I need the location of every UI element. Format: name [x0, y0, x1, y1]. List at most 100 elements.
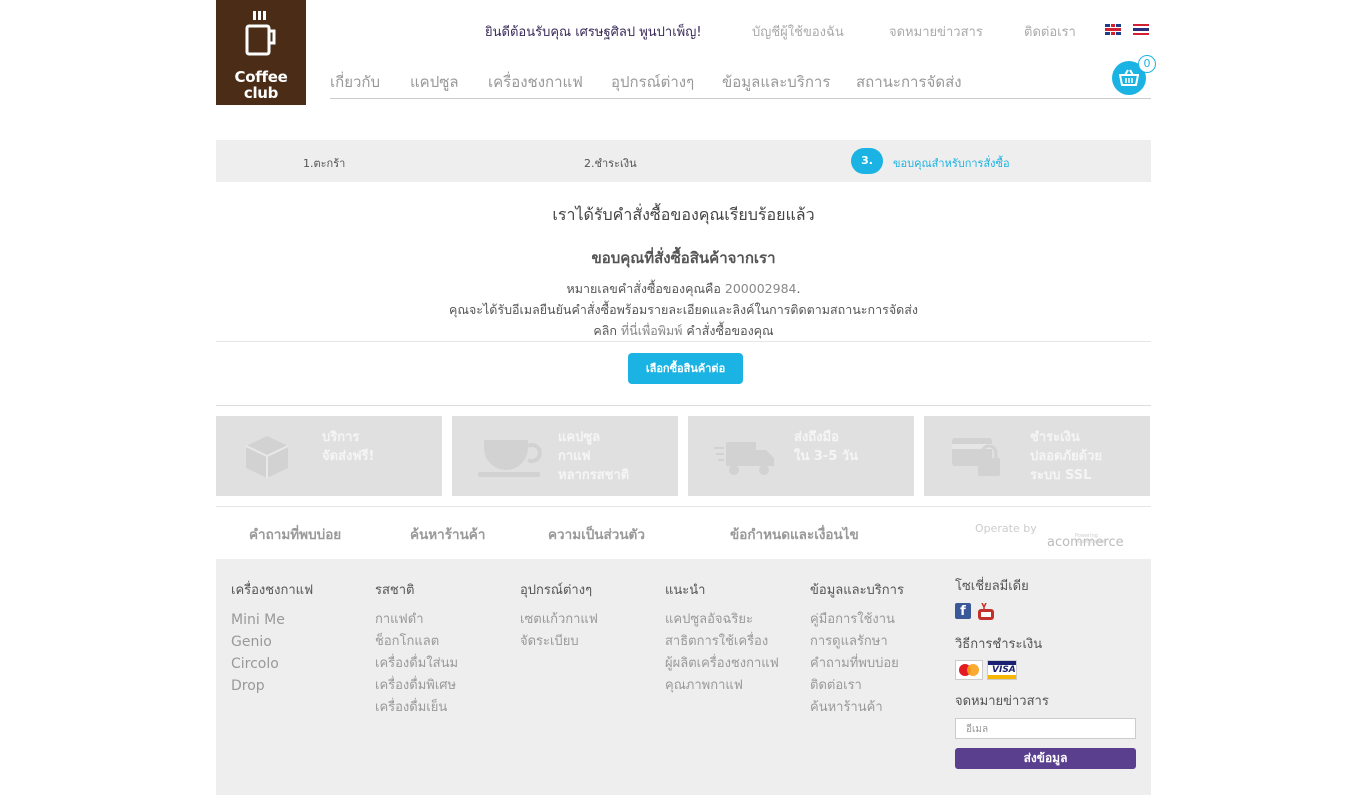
footer-link[interactable]: เครื่องดื่มใส่นม: [375, 653, 458, 675]
footer-col-title: เครื่องชงกาแฟ: [231, 583, 314, 598]
store-locator-link[interactable]: ค้นหาร้านค้า: [410, 523, 485, 545]
order-number-prefix: หมายเลขคำสั่งซื้อของคุณคือ: [566, 281, 721, 296]
coffee-mug-icon: [245, 11, 276, 56]
footer-link[interactable]: เครื่องดื่มเย็น: [375, 697, 458, 719]
footer-col-title: ข้อมูลและบริการ: [810, 583, 904, 598]
order-number-line: หมายเลขคำสั่งซื้อของคุณคือ 200002984.: [216, 278, 1151, 299]
checkout-steps: 1.ตะกร้า 2.ชำระเงิน 3. ขอบคุณสำหรับการสั…: [216, 140, 1151, 182]
footer-link[interactable]: สาธิตการใช้เครื่อง: [665, 631, 779, 653]
footer-link[interactable]: ค้นหาร้านค้า: [810, 697, 904, 719]
footer-col-services: ข้อมูลและบริการ คู่มือการใช้งาน การดูแลร…: [810, 579, 904, 719]
operate-by-label: Operate by: [975, 522, 1037, 535]
welcome-message: ยินดีต้อนรับคุณ เศรษฐศิลป พูนปาเพ็ญ!: [485, 25, 702, 40]
secure-card-icon: [952, 438, 1000, 476]
social-title: โซเชี่ยลมีเดีย: [955, 579, 1029, 594]
privacy-link[interactable]: ความเป็นส่วนตัว: [548, 523, 645, 545]
contact-link[interactable]: ติดต่อเรา: [1024, 21, 1076, 42]
feature-text: แคปซูล กาแฟ หลากรสชาติ: [558, 430, 630, 483]
my-account-link[interactable]: บัญชีผู้ใช้ของฉัน: [752, 21, 844, 42]
cart-count-badge: 0: [1138, 55, 1156, 73]
footer-link[interactable]: Circolo: [231, 653, 313, 675]
footer-link[interactable]: การดูแลรักษา: [810, 631, 904, 653]
step-cart: 1.ตะกร้า: [303, 157, 346, 170]
footer-link[interactable]: แคปซูลอัจฉริยะ: [665, 609, 779, 631]
divider: [216, 405, 1151, 406]
nav-item-accessories[interactable]: อุปกรณ์ต่างๆ: [611, 70, 694, 94]
print-suffix: คำสั่งซื้อของคุณ: [686, 323, 774, 338]
page-wrapper: Coffee club ยินดีต้อนรับคุณ เศรษฐศิลป พู…: [216, 0, 1156, 795]
continue-shopping-button[interactable]: เลือกซื้อสินค้าต่อ: [628, 353, 743, 384]
order-confirmation: เราได้รับคำสั่งซื้อของคุณเรียบร้อยแล้ว ข…: [216, 203, 1151, 341]
footer-link[interactable]: กาแฟดำ: [375, 609, 458, 631]
footer-link[interactable]: คุณภาพกาแฟ: [665, 675, 779, 697]
newsletter-submit-button[interactable]: ส่งข้อมูล: [955, 748, 1136, 769]
english-flag-icon[interactable]: [1105, 24, 1121, 35]
truck-icon: [714, 442, 774, 475]
print-link[interactable]: ที่นี่เพื่อพิมพ์: [621, 323, 683, 338]
coffee-club-logo[interactable]: Coffee club: [216, 0, 306, 105]
nav-item-delivery-status[interactable]: สถานะการจัดส่ง: [856, 70, 962, 94]
feature-text: ชำระเงิน ปลอดภัยด้วย ระบบ SSL: [1030, 430, 1103, 483]
footer-link[interactable]: เซตแก้วกาแฟ: [520, 609, 598, 631]
step-payment: 2.ชำระเงิน: [584, 157, 637, 170]
footer-col-title: แนะนำ: [665, 583, 706, 598]
step3-badge: 3.: [851, 148, 883, 174]
footer-link[interactable]: คำถามที่พบบ่อย: [810, 653, 904, 675]
nav-item-capsules[interactable]: แคปซูล: [410, 70, 459, 94]
order-number: 200002984: [724, 281, 797, 296]
confirmation-title: เราได้รับคำสั่งซื้อของคุณเรียบร้อยแล้ว: [552, 205, 815, 224]
feature-free-shipping: บริการ จัดส่งฟรี!: [216, 416, 442, 496]
click-label: คลิก: [593, 323, 617, 338]
feature-secure-payment: ชำระเงิน ปลอดภัยด้วย ระบบ SSL: [924, 416, 1150, 496]
visa-icon: VISA: [987, 660, 1017, 680]
nav-item-services[interactable]: ข้อมูลและบริการ: [722, 70, 830, 94]
faq-link[interactable]: คำถามที่พบบ่อย: [249, 523, 341, 545]
footer-col-flavors: รสชาติ กาแฟดำ ช็อกโกแลต เครื่องดื่มใส่นม…: [375, 579, 458, 719]
cart-button[interactable]: 0: [1112, 55, 1156, 95]
social-media-section: โซเชี่ยลมีเดีย: [955, 575, 1029, 596]
coffee-cup-icon: [478, 440, 542, 477]
site-footer: เครื่องชงกาแฟ Mini Me Genio Circolo Drop…: [216, 559, 1151, 795]
footer-col-accessories: อุปกรณ์ต่างๆ เซตแก้วกาแฟ จัดระเบียบ: [520, 579, 598, 653]
footer-link[interactable]: ช็อกโกแลต: [375, 631, 458, 653]
visa-label: VISA: [992, 665, 1016, 675]
footer-link[interactable]: ผู้ผลิตเครื่องชงกาแฟ: [665, 653, 779, 675]
feature-text: บริการ จัดส่งฟรี!: [322, 430, 375, 464]
facebook-icon[interactable]: f: [955, 603, 971, 619]
footer-link[interactable]: จัดระเบียบ: [520, 631, 598, 653]
feature-capsule-flavors: แคปซูล กาแฟ หลากรสชาติ: [452, 416, 678, 496]
box-icon: [245, 436, 289, 478]
print-line: คลิก ที่นี่เพื่อพิมพ์ คำสั่งซื้อของคุณ: [216, 320, 1151, 341]
mastercard-icon: [955, 660, 983, 680]
nav-item-about[interactable]: เกี่ยวกับ: [330, 70, 380, 94]
newsletter-link[interactable]: จดหมายข่าวสาร: [889, 21, 983, 42]
footer-col-title: อุปกรณ์ต่างๆ: [520, 583, 593, 598]
payment-title: วิธีการชำระเงิน: [955, 637, 1043, 652]
footer-link[interactable]: Drop: [231, 675, 313, 697]
divider: [216, 341, 1151, 342]
thai-flag-icon[interactable]: [1133, 24, 1149, 35]
footer-col-machines: เครื่องชงกาแฟ Mini Me Genio Circolo Drop: [231, 579, 313, 697]
footer-col-recommend: แนะนำ แคปซูลอัจฉริยะ สาธิตการใช้เครื่อง …: [665, 579, 779, 697]
basket-icon: [1119, 69, 1139, 86]
footer-link[interactable]: Genio: [231, 631, 313, 653]
acommerce-tagline: Powering eCommerce: [1075, 533, 1106, 545]
footer-link[interactable]: เครื่องดื่มพิเศษ: [375, 675, 458, 697]
nav-item-machines[interactable]: เครื่องชงกาแฟ: [488, 70, 583, 94]
footer-link[interactable]: Mini Me: [231, 609, 313, 631]
feature-text: ส่งถึงมือ ใน 3-5 วัน: [794, 430, 858, 464]
newsletter-email-input[interactable]: อีเมล: [955, 718, 1136, 739]
footer-link[interactable]: ติดต่อเรา: [810, 675, 904, 697]
thank-you-heading: ขอบคุณที่สั่งซื้อสินค้าจากเรา: [591, 249, 776, 267]
email-note: คุณจะได้รับอีเมลยืนยันคำสั่งซื้อพร้อมราย…: [449, 302, 918, 317]
terms-link[interactable]: ข้อกำหนดและเงื่อนไข: [730, 523, 859, 545]
youtube-icon[interactable]: [978, 603, 994, 621]
order-number-suffix: .: [796, 281, 801, 296]
feature-delivery: ส่งถึงมือ ใน 3-5 วัน: [688, 416, 914, 496]
step-thank-you: ขอบคุณสำหรับการสั่งซื้อ: [893, 157, 1010, 170]
logo-line2: club: [243, 84, 279, 102]
footer-col-title: รสชาติ: [375, 583, 415, 598]
footer-links-bar: คำถามที่พบบ่อย ค้นหาร้านค้า ความเป็นส่วน…: [216, 506, 1151, 559]
main-nav: เกี่ยวกับ แคปซูล เครื่องชงกาแฟ อุปกรณ์ต่…: [330, 70, 1151, 99]
footer-link[interactable]: คู่มือการใช้งาน: [810, 609, 904, 631]
